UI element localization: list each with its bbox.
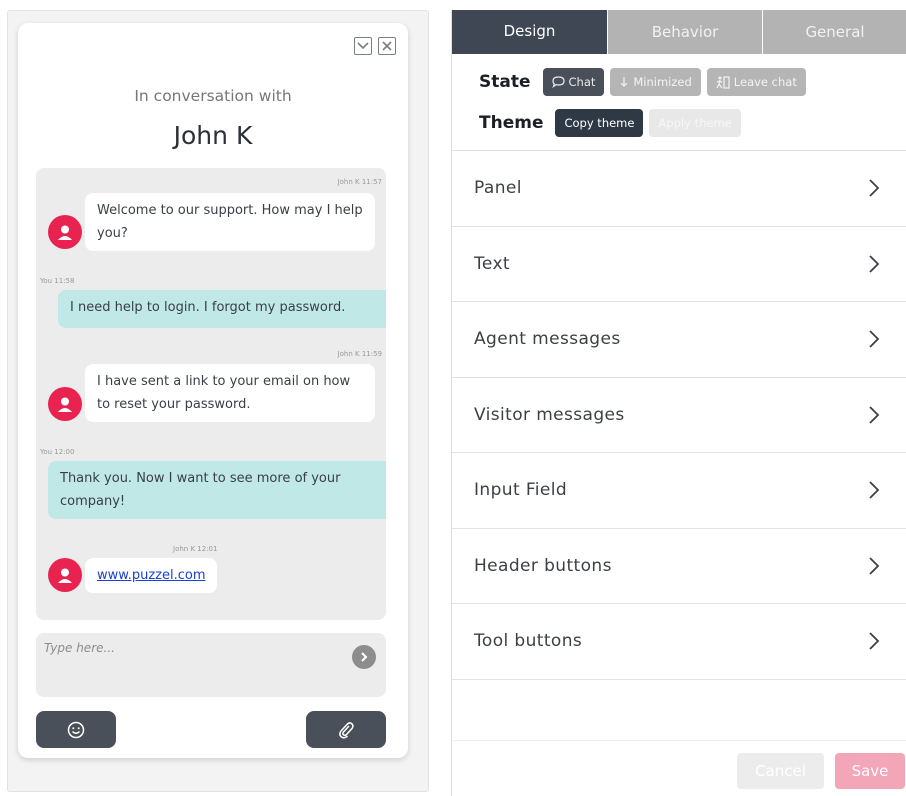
agent-avatar-icon [58, 225, 72, 240]
state-minimized-label: Minimized [633, 75, 692, 89]
state-label: State [479, 72, 531, 92]
section-label: Text [474, 253, 510, 274]
settings-sections: Panel Text Agent messages Visitor messag… [452, 150, 906, 680]
message-input[interactable] [44, 641, 334, 655]
section-label: Agent messages [474, 329, 621, 350]
close-icon [382, 41, 392, 51]
agent-avatar-icon [58, 397, 72, 412]
chevron-down-icon [357, 42, 369, 50]
state-chat-label: Chat [568, 75, 596, 89]
section-header-buttons[interactable]: Header buttons [452, 529, 906, 604]
message-input-area [36, 633, 386, 697]
agent-avatar [48, 387, 82, 421]
arrow-down-icon [620, 77, 628, 87]
agent-avatar [48, 215, 82, 249]
agent-message: I have sent a link to your email on how … [85, 364, 375, 422]
message-link[interactable]: www.puzzel.com [97, 568, 205, 583]
settings-footer: Cancel Save [452, 740, 906, 796]
message-list[interactable]: John K 11:57 Welcome to our support. How… [36, 168, 386, 620]
chat-preview-pane: In conversation with John K John K 11:57… [7, 10, 429, 792]
section-label: Input Field [474, 480, 568, 501]
section-input-field[interactable]: Input Field [452, 453, 906, 529]
section-label: Panel [474, 178, 522, 199]
chevron-right-icon [869, 557, 880, 575]
tab-design[interactable]: Design [452, 10, 607, 54]
chevron-right-icon [869, 481, 880, 499]
chat-window: In conversation with John K John K 11:57… [18, 23, 408, 758]
message-timestamp: You 12:00 [40, 448, 75, 456]
section-visitor-messages[interactable]: Visitor messages [452, 378, 906, 453]
theme-label: Theme [479, 113, 544, 133]
message-timestamp: You 11:58 [40, 277, 75, 285]
settings-pane: Design Behavior General State Chat Minim… [451, 10, 906, 796]
chevron-right-icon [869, 632, 880, 650]
section-label: Header buttons [474, 555, 612, 576]
minimize-button[interactable] [354, 37, 372, 55]
state-minimized-button[interactable]: Minimized [610, 68, 701, 96]
cancel-button[interactable]: Cancel [737, 753, 824, 789]
attach-button[interactable] [306, 711, 386, 748]
message-timestamp: John K 11:59 [337, 350, 382, 358]
section-label: Visitor messages [474, 404, 625, 425]
copy-theme-button[interactable]: Copy theme [555, 109, 644, 137]
section-panel[interactable]: Panel [452, 151, 906, 227]
send-button[interactable] [352, 645, 376, 669]
state-chat-button[interactable]: Chat [542, 68, 605, 96]
chat-header-buttons [354, 37, 396, 55]
visitor-message: I need help to login. I forgot my passwo… [58, 290, 386, 328]
tab-behavior[interactable]: Behavior [607, 10, 762, 54]
state-leave-chat-button[interactable]: Leave chat [706, 68, 806, 96]
chevron-right-icon [869, 330, 880, 348]
emoji-button[interactable] [36, 711, 116, 748]
agent-message-link-bubble: www.puzzel.com [85, 558, 218, 593]
agent-message: Welcome to our support. How may I help y… [85, 193, 375, 251]
chevron-right-icon [869, 179, 880, 197]
smiley-icon [67, 721, 85, 738]
tab-general[interactable]: General [762, 10, 906, 54]
theme-row: Theme Copy theme Apply theme [479, 109, 741, 137]
apply-theme-button[interactable]: Apply theme [649, 109, 741, 137]
chevron-right-icon [869, 406, 880, 424]
paperclip-icon [339, 721, 354, 739]
conversation-with-label: In conversation with [134, 87, 292, 105]
section-label: Tool buttons [474, 631, 583, 652]
message-timestamp: John K 11:57 [337, 178, 382, 186]
state-row: State Chat Minimized Leave chat [479, 68, 806, 96]
agent-name: John K [173, 121, 253, 150]
section-tool-buttons[interactable]: Tool buttons [452, 604, 906, 680]
leave-icon [716, 75, 730, 89]
chevron-right-icon [361, 652, 368, 662]
state-leave-chat-label: Leave chat [733, 75, 797, 89]
section-agent-messages[interactable]: Agent messages [452, 302, 906, 378]
save-button[interactable]: Save [835, 753, 905, 789]
section-text[interactable]: Text [452, 227, 906, 302]
chevron-right-icon [869, 255, 880, 273]
close-button[interactable] [378, 37, 396, 55]
message-timestamp: John K 12:01 [173, 545, 218, 553]
agent-avatar [48, 558, 82, 592]
agent-avatar-icon [58, 568, 72, 583]
visitor-message: Thank you. Now I want to see more of you… [48, 461, 386, 519]
chat-bubble-icon [551, 76, 565, 88]
settings-tabs: Design Behavior General [452, 10, 906, 54]
